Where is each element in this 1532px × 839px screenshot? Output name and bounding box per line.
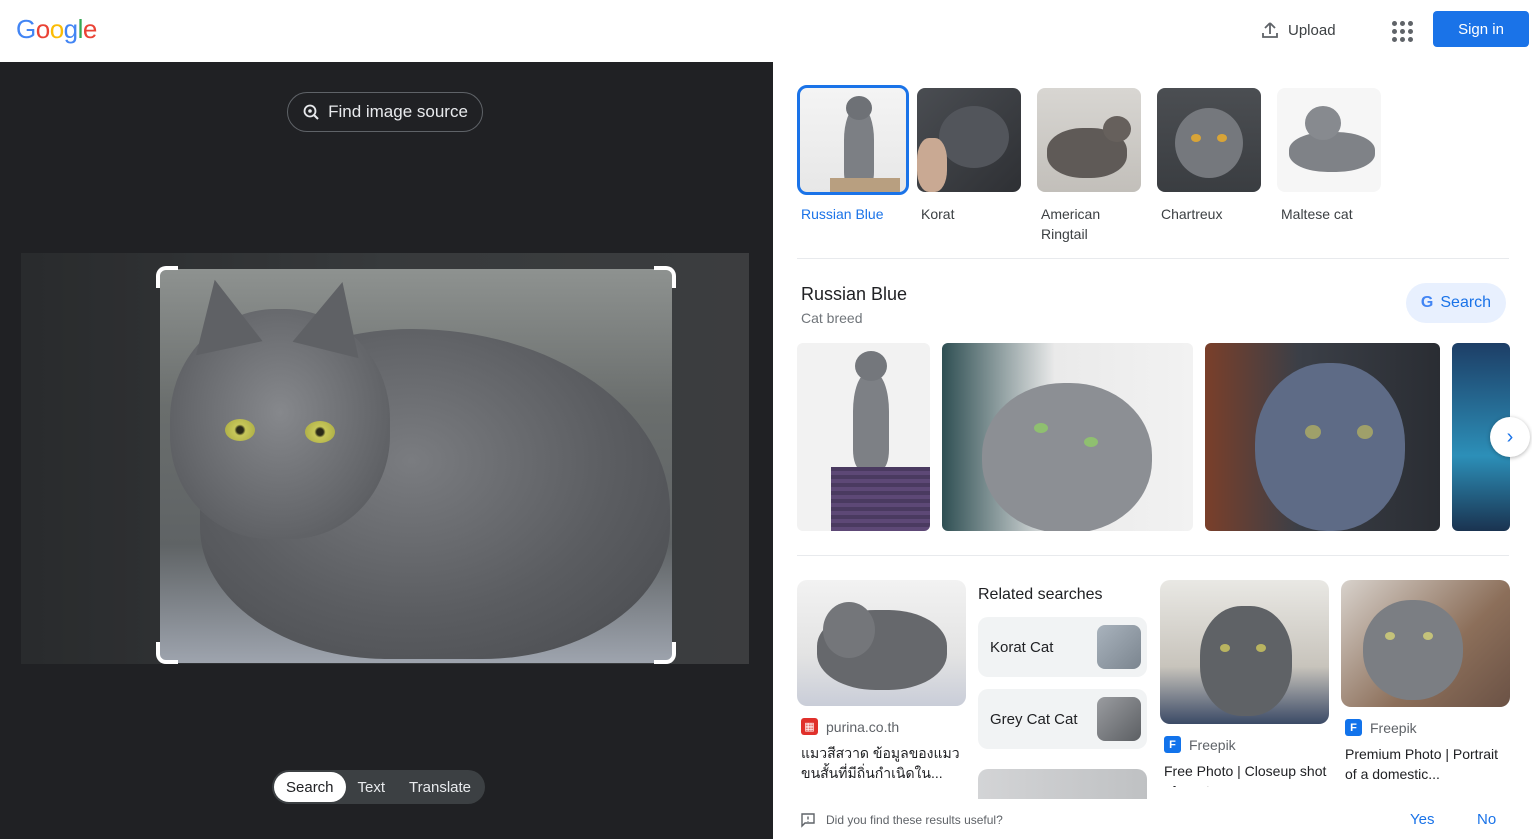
breed-image-gallery — [797, 343, 1510, 531]
chip-american-ringtail[interactable]: American Ringtail — [1037, 88, 1141, 244]
logo-letter: G — [16, 14, 36, 44]
logo-letter: o — [49, 14, 64, 44]
result-title[interactable]: แมวสีสวาด ข้อมูลของแมวขนสั้นที่มีถิ่นกำเ… — [797, 743, 966, 783]
result-image[interactable] — [1160, 580, 1329, 724]
feedback-question: Did you find these results useful? — [826, 812, 1003, 827]
gallery-image[interactable] — [942, 343, 1193, 531]
crop-handle-bottom-left[interactable] — [156, 642, 178, 664]
feedback-icon — [801, 812, 815, 828]
result-card[interactable]: ▦ purina.co.th แมวสีสวาด ข้อมูลของแมวขนส… — [797, 580, 966, 783]
lens-mode-tabs: Search Text Translate — [272, 770, 486, 804]
result-source: Freepik — [1370, 719, 1417, 736]
entity-chips: Russian Blue Korat American Ringtail Cha… — [797, 85, 1381, 244]
feedback-no-button[interactable]: No — [1477, 811, 1496, 828]
gallery-image[interactable] — [797, 343, 930, 531]
lens-search-icon — [303, 104, 319, 120]
tab-translate[interactable]: Translate — [397, 772, 483, 802]
result-image[interactable] — [1341, 580, 1510, 707]
result-source: Freepik — [1189, 736, 1236, 753]
divider — [797, 258, 1509, 259]
result-title[interactable]: Free Photo | Closeup shot of a cute gray… — [1160, 761, 1329, 787]
gallery-image[interactable] — [1205, 343, 1440, 531]
knowledge-panel-title: Russian Blue — [801, 284, 908, 304]
tab-text[interactable]: Text — [346, 772, 398, 802]
find-image-source-label: Find image source — [328, 102, 468, 121]
chevron-right-icon: › — [1506, 425, 1514, 448]
knowledge-panel-subtitle: Cat breed — [801, 310, 863, 326]
related-searches-heading: Related searches — [978, 586, 1103, 603]
sign-in-button[interactable]: Sign in — [1433, 11, 1529, 47]
related-search-item[interactable]: Grey Cat Cat — [978, 689, 1147, 749]
related-search-thumbnail — [1097, 625, 1141, 669]
crop-handle-top-right[interactable] — [654, 266, 676, 288]
lens-viewer: Find image source Search Text Translate — [0, 62, 773, 839]
gallery-next-button[interactable]: › — [1490, 417, 1530, 457]
logo-letter: o — [35, 14, 50, 44]
uploaded-image — [21, 253, 749, 664]
chip-korat[interactable]: Korat — [917, 88, 1021, 244]
divider — [797, 555, 1509, 556]
purina-favicon-icon: ▦ — [801, 718, 818, 735]
crop-handle-top-left[interactable] — [156, 266, 178, 288]
chip-maltese-cat[interactable]: Maltese cat — [1277, 88, 1381, 244]
find-image-source-button[interactable]: Find image source — [287, 92, 483, 132]
results-pane: Russian Blue Korat American Ringtail Cha… — [773, 62, 1532, 839]
google-g-icon: G — [1420, 294, 1434, 311]
chip-chartreux[interactable]: Chartreux — [1157, 88, 1261, 244]
related-search-item-partial[interactable] — [978, 769, 1147, 799]
upload-icon — [1262, 22, 1278, 38]
search-label: Search — [1440, 294, 1492, 311]
result-source: purina.co.th — [826, 718, 900, 735]
freepik-favicon-icon: F — [1164, 736, 1181, 753]
related-search-thumbnail — [1097, 697, 1141, 741]
crop-handle-bottom-right[interactable] — [654, 642, 676, 664]
chip-label: Russian Blue — [801, 206, 884, 222]
chip-label: Korat — [921, 206, 955, 222]
upload-button[interactable]: Upload — [1260, 17, 1336, 43]
result-image[interactable] — [797, 580, 966, 706]
chip-label: American Ringtail — [1041, 206, 1101, 242]
chip-russian-blue[interactable]: Russian Blue — [797, 85, 909, 244]
related-search-label: Grey Cat Cat — [990, 710, 1078, 728]
chip-label: Chartreux — [1161, 206, 1223, 222]
upload-label: Upload — [1288, 21, 1336, 39]
feedback-yes-button[interactable]: Yes — [1410, 811, 1434, 828]
related-searches: Related searches Korat Cat Grey Cat Cat — [978, 580, 1147, 799]
google-logo[interactable]: Google — [16, 14, 97, 45]
apps-grid-icon[interactable] — [1388, 17, 1414, 43]
top-bar: Google Upload Sign in — [0, 0, 1532, 62]
result-card[interactable]: F Freepik Free Photo | Closeup shot of a… — [1160, 580, 1329, 787]
logo-letter: e — [82, 14, 97, 44]
chip-label: Maltese cat — [1281, 206, 1353, 222]
google-search-button[interactable]: G Search — [1406, 283, 1506, 323]
related-search-item[interactable]: Korat Cat — [978, 617, 1147, 677]
crop-region[interactable] — [160, 269, 672, 663]
result-title[interactable]: Premium Photo | Portrait of a domestic..… — [1341, 744, 1510, 784]
freepik-favicon-icon: F — [1345, 719, 1362, 736]
result-card[interactable]: F Freepik Premium Photo | Portrait of a … — [1341, 580, 1510, 784]
tab-search[interactable]: Search — [274, 772, 346, 802]
related-search-label: Korat Cat — [990, 638, 1054, 656]
logo-letter: g — [63, 14, 78, 44]
